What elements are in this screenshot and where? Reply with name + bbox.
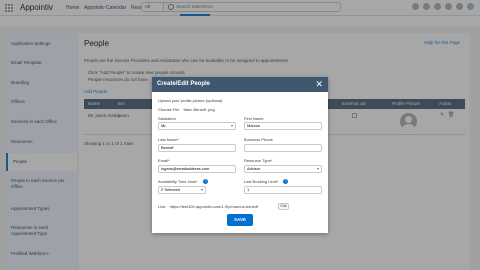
availability-label: Availability Time slots*	[158, 179, 198, 184]
last-booking-label: Last Booking Limit*	[244, 179, 279, 184]
business-phone-label: Business Phone	[244, 137, 273, 142]
file-name: Marc Benioff .png	[183, 107, 215, 112]
upload-label: Upload your profile picture (optional)	[158, 98, 223, 103]
resource-type-label: Resource Type*	[244, 158, 273, 163]
modal-header: Create/Edit People ✕	[152, 77, 328, 92]
edit-link-button[interactable]: Edit	[278, 203, 289, 210]
chevron-down-icon: ▾	[200, 187, 203, 192]
last-booking-help-icon[interactable]: ?	[283, 179, 288, 184]
salutation-label: Salutation	[158, 116, 176, 121]
chevron-down-icon: ▾	[230, 123, 233, 128]
close-icon[interactable]: ✕	[315, 79, 323, 89]
last-booking-field[interactable]: 1	[244, 186, 322, 194]
chevron-down-icon: ▾	[316, 166, 319, 171]
create-edit-people-modal: Create/Edit People ✕ Upload your profile…	[152, 77, 328, 233]
availability-help-icon[interactable]: ?	[203, 179, 208, 184]
link-url[interactable]: https://test100.appointiv.com/1-9/p/marc…	[170, 204, 258, 209]
availability-select[interactable]: 2 Selected ▾	[158, 186, 206, 194]
first-name-field[interactable]: Marcus	[244, 122, 322, 130]
save-button[interactable]: SAVE	[227, 214, 253, 226]
business-phone-field[interactable]	[244, 144, 322, 152]
profile-link: Link: https://test100.appointiv.com/1-9/…	[158, 204, 258, 209]
availability-value: 2 Selected	[161, 187, 180, 192]
salutation-select[interactable]: Mr. ▾	[158, 122, 236, 130]
last-name-field[interactable]: Benioff	[158, 144, 236, 152]
resource-type-select[interactable]: Advisor ▾	[244, 165, 322, 173]
last-name-label: Last Name*	[158, 137, 179, 142]
link-label: Link:	[158, 204, 167, 209]
email-label: Email*	[158, 158, 170, 163]
salutation-value: Mr.	[161, 123, 167, 128]
choose-file-button[interactable]: Choose File	[158, 107, 179, 112]
email-field[interactable]: logans@emailaddress.com	[158, 165, 236, 173]
resource-type-value: Advisor	[247, 166, 261, 171]
first-name-label: First Name	[244, 116, 264, 121]
modal-title: Create/Edit People	[157, 81, 211, 87]
file-upload: Choose File Marc Benioff .png	[158, 106, 218, 113]
